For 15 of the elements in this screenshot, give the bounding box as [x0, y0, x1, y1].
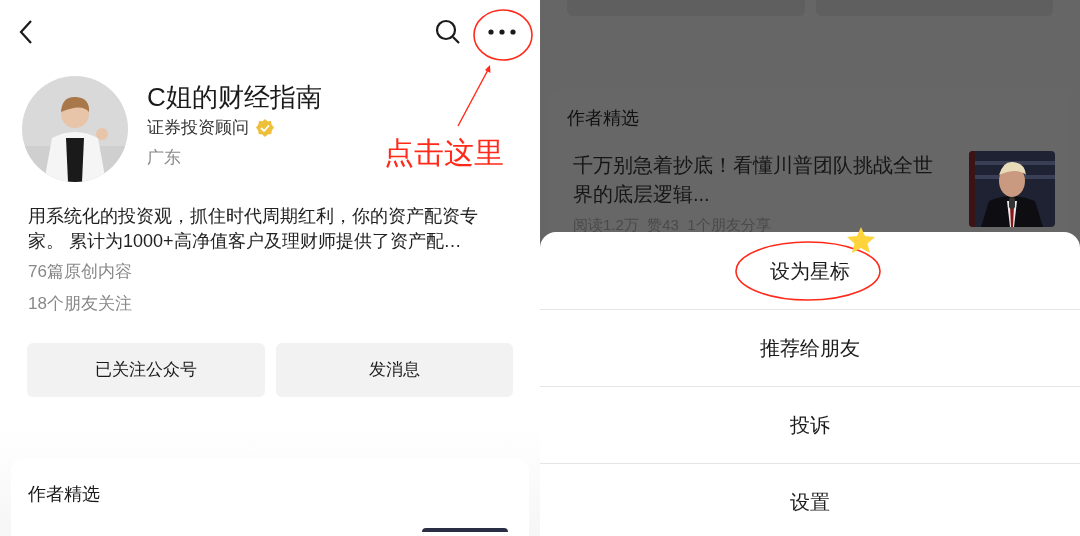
annotation-text: 点击这里: [384, 135, 504, 171]
account-name: C姐的财经指南: [147, 81, 322, 114]
sheet-option[interactable]: 投诉: [790, 411, 830, 439]
friends-following-text: 18个朋友关注: [27, 293, 133, 315]
profile-button[interactable]: 已关注公众号: [27, 343, 265, 397]
sheet-option[interactable]: 设置: [790, 488, 830, 516]
section-title: 作者精选: [567, 108, 639, 128]
bio-text: 用系统化的投资观，抓住时代周期红利，你的资产配资专家。 累计为1000+高净值客户及理财师提供了资产配…: [28, 205, 479, 253]
account-title: 证券投资顾问: [147, 117, 249, 139]
section-title: 作者精选: [28, 484, 100, 504]
sheet-option[interactable]: 推荐给朋友: [760, 334, 860, 362]
profile-button[interactable]: 发消息: [275, 343, 513, 397]
original-count-text: 76篇原创内容: [27, 261, 133, 283]
region-text: 广东: [147, 147, 182, 169]
article-title: 千万别急着抄底！看懂川普团队挑战全世界的底层逻辑...: [573, 153, 934, 207]
